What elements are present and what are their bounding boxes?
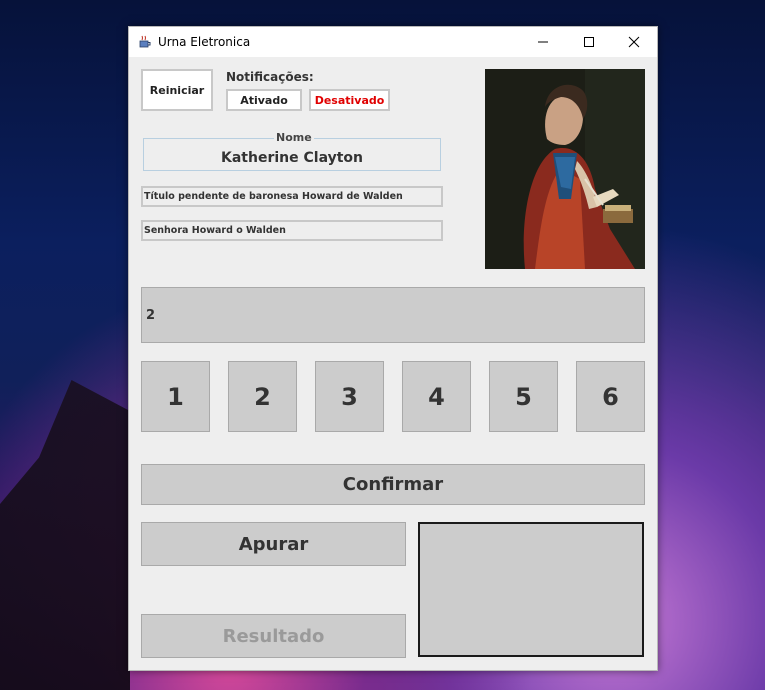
notifications-label: Notificações: [226,70,314,84]
vote-number-display: 2 [141,287,645,343]
tally-button[interactable]: Apurar [141,522,406,566]
notifications-enabled-button[interactable]: Ativado [226,89,302,111]
minimize-button[interactable] [520,27,566,57]
close-button[interactable] [611,27,657,57]
window-title: Urna Eletronica [158,35,251,49]
key-3-button[interactable]: 3 [315,361,384,432]
key-1-button[interactable]: 1 [141,361,210,432]
minimize-icon [538,41,548,43]
confirm-button[interactable]: Confirmar [141,464,645,505]
maximize-button[interactable] [566,27,612,57]
app-window: Urna Eletronica Reiniciar Notificações: … [128,26,658,671]
desktop-wallpaper-silhouette [0,380,130,690]
candidate-name: Katherine Clayton [221,150,363,166]
restart-button[interactable]: Reiniciar [141,69,213,111]
close-icon [628,36,640,48]
result-panel [418,522,644,657]
key-2-button[interactable]: 2 [228,361,297,432]
key-4-button[interactable]: 4 [402,361,471,432]
result-button: Resultado [141,614,406,658]
candidate-portrait [485,69,645,269]
candidate-alias-field: Senhora Howard o Walden [141,220,443,241]
candidate-title-field: Título pendente de baronesa Howard de Wa… [141,186,443,207]
maximize-icon [584,37,594,47]
notifications-disabled-button[interactable]: Desativado [309,89,390,111]
key-6-button[interactable]: 6 [576,361,645,432]
title-bar: Urna Eletronica [129,27,657,57]
name-legend: Nome [274,131,314,144]
java-cup-icon [139,35,151,48]
key-5-button[interactable]: 5 [489,361,558,432]
